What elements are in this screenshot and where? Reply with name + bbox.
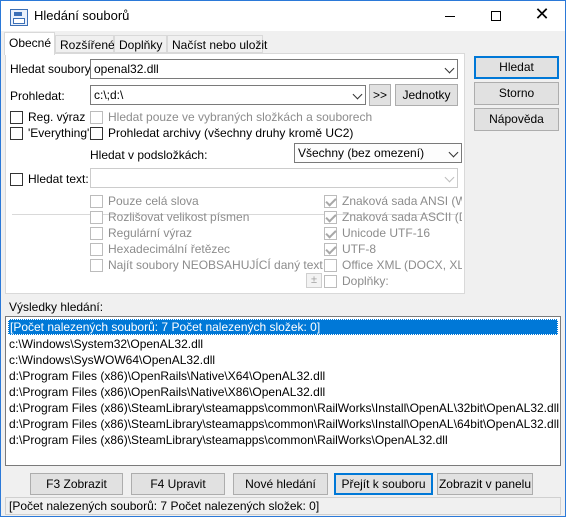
list-item[interactable]: c:\Windows\SysWOW64\OpenAL32.dll [6, 352, 560, 368]
minimize-button[interactable] [427, 1, 473, 31]
not-containing-checkbox[interactable] [90, 259, 103, 272]
subfolders-label: Hledat v podsložkách: [90, 148, 208, 162]
chevron-down-icon[interactable] [444, 63, 455, 74]
maximize-icon [491, 11, 501, 21]
search-location-label: Prohledat: [10, 89, 65, 103]
close-icon: ✕ [534, 4, 550, 25]
search-window: Hledání souborů ✕ Obecné Rozšířené Doplň… [0, 0, 566, 517]
charset-ascii-label: Znaková sada ASCII (DOS [342, 210, 462, 224]
whole-words-checkbox[interactable] [90, 195, 103, 208]
go-to-file-button[interactable]: Přejít k souboru [334, 473, 433, 495]
maximize-button[interactable] [473, 1, 519, 31]
help-button[interactable]: Nápověda [474, 108, 559, 131]
list-item[interactable]: c:\Windows\System32\OpenAL32.dll [6, 336, 560, 352]
hex-string-label: Hexadecimální řetězec [108, 242, 231, 256]
window-title: Hledání souborů [34, 8, 130, 23]
search-location-combobox[interactable]: c:\;d:\ [90, 85, 366, 105]
search-text-checkbox[interactable] [10, 173, 23, 186]
plugins-toggle-button[interactable]: ± [306, 273, 322, 288]
results-label: Výsledky hledání: [9, 300, 104, 314]
show-in-panel-button[interactable]: Zobrazit v panelu [437, 473, 533, 495]
results-list[interactable]: [Počet nalezených souborů: 7 Počet nalez… [5, 316, 561, 466]
case-sensitive-checkbox[interactable] [90, 211, 103, 224]
text-regex-label: Regulární výraz [108, 226, 193, 240]
search-location-value: c:\;d:\ [94, 88, 124, 102]
regex-label: Reg. výraz [28, 110, 86, 124]
status-bar: [Počet nalezených souborů: 7 Počet nalez… [5, 497, 561, 515]
search-button[interactable]: Hledat [474, 56, 559, 79]
charset-options: Znaková sada ANSI (Wind Znaková sada ASC… [322, 192, 462, 292]
subfolders-value: Všechny (bez omezení) [298, 146, 425, 160]
charset-utf8-label: UTF-8 [342, 242, 376, 256]
everything-checkbox[interactable] [10, 127, 23, 140]
list-item[interactable]: d:\Program Files (x86)\SteamLibrary\stea… [6, 416, 560, 432]
list-item[interactable]: d:\Program Files (x86)\SteamLibrary\stea… [6, 400, 560, 416]
new-search-button[interactable]: Nové hledání [233, 473, 328, 495]
general-tab-panel: Hledat soubory: openal32.dll Prohledat: … [5, 53, 465, 294]
chevron-down-icon[interactable] [448, 147, 459, 158]
browse-button[interactable]: >> [369, 84, 391, 106]
drives-button[interactable]: Jednotky [395, 84, 458, 106]
view-f3-button[interactable]: F3 Zobrazit [30, 473, 123, 495]
subfolders-dropdown[interactable]: Všechny (bez omezení) [294, 143, 462, 163]
search-files-value: openal32.dll [94, 62, 159, 76]
chevron-down-icon[interactable] [352, 89, 363, 100]
text-regex-checkbox[interactable] [90, 227, 103, 240]
tab-general[interactable]: Obecné [4, 32, 55, 55]
title-bar[interactable]: Hledání souborů ✕ [1, 1, 565, 31]
tab-load-save[interactable]: Načíst nebo uložit [167, 35, 267, 53]
list-item[interactable]: d:\Program Files (x86)\OpenRails\Native\… [6, 384, 560, 400]
search-text-combobox[interactable] [90, 168, 458, 188]
search-files-combobox[interactable]: openal32.dll [90, 59, 458, 79]
search-text-label: Hledat text: [28, 172, 89, 186]
charset-utf8-checkbox[interactable] [324, 243, 337, 256]
whole-words-label: Pouze celá slova [108, 194, 199, 208]
edit-f4-button[interactable]: F4 Upravit [131, 473, 225, 495]
search-files-label: Hledat soubory: [10, 62, 95, 76]
charset-ansi-checkbox[interactable] [324, 195, 337, 208]
selected-only-checkbox[interactable] [90, 111, 103, 124]
tab-plugins[interactable]: Doplňky [114, 35, 167, 53]
list-item[interactable]: d:\Program Files (x86)\OpenRails\Native\… [6, 368, 560, 384]
case-sensitive-label: Rozlišovat velikost písmen [108, 210, 250, 224]
selected-only-label: Hledat pouze ve vybraných složkách a sou… [108, 110, 373, 124]
plugins-label: Doplňky: [342, 274, 389, 288]
plugins-checkbox[interactable] [324, 275, 337, 288]
everything-label: 'Everything' [28, 126, 90, 140]
not-containing-label: Najít soubory NEOBSAHUJÍCÍ daný text [108, 258, 323, 272]
charset-utf16-checkbox[interactable] [324, 227, 337, 240]
regex-checkbox[interactable] [10, 111, 23, 124]
minimize-icon [445, 16, 455, 17]
list-item[interactable]: d:\Program Files (x86)\SteamLibrary\stea… [6, 432, 560, 448]
tab-advanced[interactable]: Rozšířené [55, 35, 115, 53]
list-item[interactable]: [Počet nalezených souborů: 7 Počet nalez… [8, 319, 558, 335]
search-archives-checkbox[interactable] [90, 127, 103, 140]
close-button[interactable]: ✕ [519, 1, 565, 31]
charset-utf16-label: Unicode UTF-16 [342, 226, 431, 240]
charset-ascii-checkbox[interactable] [324, 211, 337, 224]
office-xml-label: Office XML (DOCX, XLSX [342, 258, 462, 272]
cancel-button[interactable]: Storno [474, 82, 559, 105]
charset-ansi-label: Znaková sada ANSI (Wind [342, 194, 462, 208]
search-archives-label: Prohledat archivy (všechny druhy kromě U… [108, 126, 354, 140]
app-floppy-icon [10, 9, 28, 26]
hex-string-checkbox[interactable] [90, 243, 103, 256]
chevron-down-icon[interactable] [444, 172, 455, 183]
office-xml-checkbox[interactable] [324, 259, 337, 272]
